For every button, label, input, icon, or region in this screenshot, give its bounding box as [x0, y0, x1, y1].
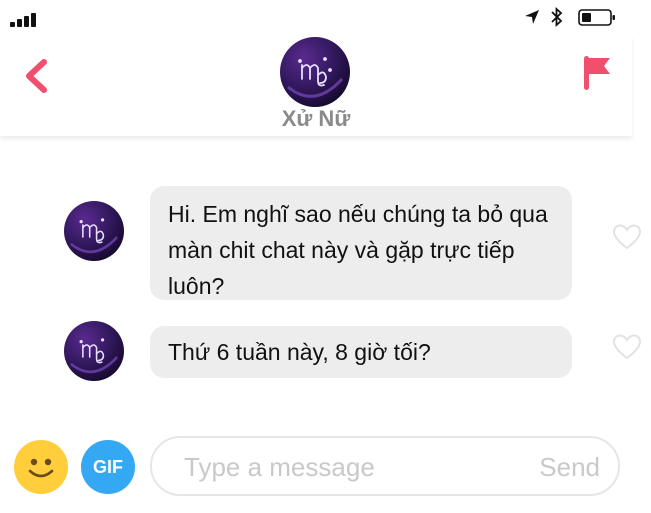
- like-heart-icon[interactable]: [612, 223, 642, 251]
- message-composer: GIF Send: [0, 428, 651, 513]
- smiley-icon: [28, 458, 54, 478]
- message-avatar[interactable]: [64, 321, 124, 381]
- report-button[interactable]: [578, 52, 614, 92]
- message-input[interactable]: [182, 448, 516, 486]
- location-arrow-icon: [525, 10, 539, 24]
- message-bubble[interactable]: Thứ 6 tuần này, 8 giờ tối?: [150, 326, 572, 378]
- profile-avatar[interactable]: [280, 37, 350, 107]
- signal-bars-icon: [10, 11, 40, 27]
- message-avatar[interactable]: [64, 201, 124, 261]
- chat-header: Xử Nữ: [0, 36, 632, 136]
- status-bar: [0, 0, 651, 36]
- profile-name[interactable]: Xử Nữ: [0, 106, 632, 132]
- chevron-left-icon: [26, 59, 47, 93]
- message-bubble[interactable]: Hi. Em nghĩ sao nếu chúng ta bỏ qua màn …: [150, 186, 572, 300]
- back-button[interactable]: [20, 56, 52, 96]
- message-input-container: Send: [150, 436, 620, 496]
- emoji-button[interactable]: [14, 440, 68, 494]
- like-heart-icon[interactable]: [612, 333, 642, 361]
- send-button[interactable]: Send: [539, 452, 600, 483]
- gif-button[interactable]: GIF: [81, 440, 135, 494]
- battery-icon: [578, 9, 615, 26]
- flag-icon: [584, 56, 610, 90]
- bluetooth-icon: [551, 7, 563, 27]
